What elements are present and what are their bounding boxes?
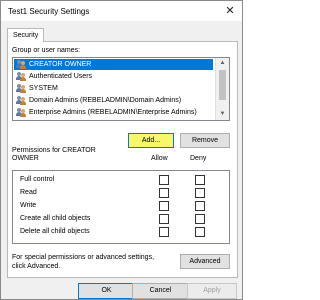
- cancel-button[interactable]: Cancel: [132, 283, 189, 299]
- user-list-scrollbar[interactable]: ▲ ▼: [215, 58, 229, 120]
- deny-checkbox[interactable]: [195, 201, 205, 211]
- scroll-up-icon[interactable]: ▲: [216, 58, 229, 69]
- advanced-help-text: For special permissions or advanced sett…: [12, 254, 155, 261]
- permission-label: Create all child objects: [20, 215, 91, 222]
- allow-checkbox[interactable]: [159, 175, 169, 185]
- list-item-domain-admins[interactable]: Domain Admins (REBELADMIN\Domain Admins): [14, 95, 213, 106]
- apply-button[interactable]: Apply: [187, 283, 237, 299]
- permission-row-create-child: Create all child objects: [13, 213, 213, 224]
- deny-checkbox[interactable]: [195, 175, 205, 185]
- tab-security-label: Security: [13, 32, 39, 39]
- list-item-authenticated-users[interactable]: Authenticated Users: [14, 71, 213, 82]
- close-icon[interactable]: ✕: [224, 5, 236, 17]
- permission-label: Full control: [20, 176, 55, 183]
- permission-label: Delete all child objects: [20, 228, 90, 235]
- tab-security[interactable]: Security: [7, 28, 44, 42]
- permission-row-full-control: Full control: [13, 174, 213, 185]
- dialog-body: Security Group or user names: CREATOR OW…: [1, 21, 242, 299]
- permissions-title: Permissions for CREATOR: [12, 147, 96, 154]
- permission-label: Write: [20, 202, 37, 209]
- list-item-label: Authenticated Users: [29, 73, 93, 80]
- allow-checkbox[interactable]: [159, 227, 169, 237]
- permission-row-write: Write: [13, 200, 213, 211]
- user-group-icon: [16, 108, 26, 117]
- scrollbar-thumb[interactable]: [219, 70, 226, 100]
- user-group-icon: [16, 72, 26, 81]
- user-group-icon: [16, 60, 26, 69]
- allow-checkbox[interactable]: [159, 214, 169, 224]
- permission-label: Read: [20, 189, 37, 196]
- list-item-creator-owner[interactable]: CREATOR OWNER: [14, 59, 213, 70]
- user-group-icon: [16, 96, 26, 105]
- deny-checkbox[interactable]: [195, 227, 205, 237]
- user-list[interactable]: CREATOR OWNER Authenticated Users SYSTEM…: [12, 57, 230, 121]
- list-item-label: CREATOR OWNER: [29, 61, 92, 68]
- allow-checkbox[interactable]: [159, 201, 169, 211]
- deny-column-header: Deny: [190, 155, 207, 162]
- add-button[interactable]: Add...: [128, 133, 174, 148]
- permission-row-delete-child: Delete all child objects: [13, 226, 213, 237]
- ok-button[interactable]: OK: [78, 283, 135, 299]
- deny-checkbox[interactable]: [195, 188, 205, 198]
- permission-row-read: Read: [13, 187, 213, 198]
- advanced-help-text-line2: click Advanced.: [12, 263, 61, 270]
- list-item-enterprise-admins[interactable]: Enterprise Admins (REBELADMIN\Enterprise…: [14, 107, 213, 118]
- remove-button[interactable]: Remove: [180, 133, 230, 148]
- security-settings-window: Test1 Security Settings ✕ Security Group…: [0, 0, 243, 300]
- security-panel: Group or user names: CREATOR OWNER Authe…: [7, 41, 238, 278]
- list-item-label: Domain Admins (REBELADMIN\Domain Admins): [29, 97, 182, 104]
- permissions-list[interactable]: Full control Read Write Create all child…: [12, 170, 230, 244]
- advanced-button[interactable]: Advanced: [180, 254, 230, 269]
- allow-column-header: Allow: [151, 155, 168, 162]
- list-item-system[interactable]: SYSTEM: [14, 83, 213, 94]
- permissions-title-line2: OWNER: [12, 155, 39, 162]
- list-item-label: Enterprise Admins (REBELADMIN\Enterprise…: [29, 109, 197, 116]
- list-item-label: SYSTEM: [29, 85, 58, 92]
- title-bar: Test1 Security Settings ✕: [1, 1, 242, 21]
- allow-checkbox[interactable]: [159, 188, 169, 198]
- group-names-label: Group or user names:: [12, 47, 81, 54]
- deny-checkbox[interactable]: [195, 214, 205, 224]
- scroll-down-icon[interactable]: ▼: [216, 109, 229, 120]
- user-group-icon: [16, 84, 26, 93]
- window-title: Test1 Security Settings: [8, 7, 90, 16]
